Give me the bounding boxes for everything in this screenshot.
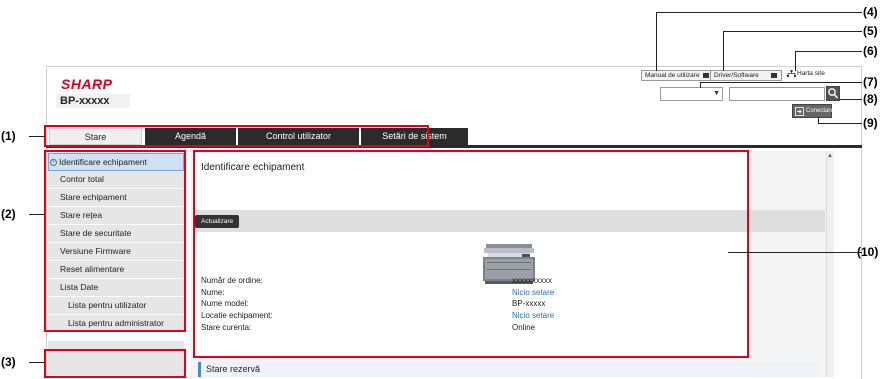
callout-line-6h — [795, 51, 862, 52]
callout-label-8: (8) — [863, 92, 878, 106]
reserve-status-heading: Stare rezervă — [198, 362, 818, 377]
external-link-icon — [702, 72, 709, 78]
callout-line-2 — [29, 214, 44, 215]
callout-box-1 — [44, 125, 429, 147]
callout-label-5: (5) — [863, 24, 878, 38]
callout-label-10: (10) — [857, 245, 879, 259]
search-input[interactable] — [729, 87, 825, 101]
callout-label-7: (7) — [863, 75, 878, 89]
login-button[interactable]: Conectare — [792, 104, 834, 118]
login-label: Conectare — [806, 108, 834, 114]
callout-box-10 — [193, 150, 749, 358]
callout-line-8 — [840, 99, 862, 100]
manual-button-label: Manual de utilizare — [645, 72, 700, 79]
callout-line-5h — [723, 31, 862, 32]
callout-label-6: (6) — [863, 44, 878, 58]
driver-software-label: Driver/Software — [714, 72, 759, 79]
callout-box-2 — [44, 150, 186, 332]
manual-button[interactable]: Manual de utilizare — [641, 70, 713, 81]
callout-label-2: (2) — [1, 207, 16, 221]
callout-line-7h — [700, 82, 862, 83]
driver-software-button[interactable]: Driver/Software — [710, 70, 782, 81]
sitemap-label: Harta site — [797, 70, 825, 78]
callout-label-9: (9) — [863, 116, 878, 130]
callout-line-6v — [795, 51, 796, 71]
sitemap-icon — [787, 70, 796, 77]
search-button[interactable] — [826, 86, 840, 101]
scrollbar[interactable] — [826, 151, 834, 377]
callout-line-5v — [723, 31, 724, 71]
language-select[interactable]: ▼ — [660, 87, 723, 101]
brand-logo: SHARP — [61, 76, 113, 92]
callout-line-10 — [728, 252, 862, 253]
model-name: BP-xxxxx — [56, 94, 130, 108]
sitemap-link[interactable]: Harta site — [787, 70, 825, 77]
callout-line-4v — [656, 12, 657, 71]
callout-line-9h — [818, 123, 862, 124]
callout-box-3 — [44, 349, 186, 378]
login-icon — [795, 107, 804, 116]
callout-label-3: (3) — [1, 355, 16, 369]
scroll-up-arrow-icon[interactable]: ▲ — [827, 153, 833, 159]
callout-label-4: (4) — [863, 5, 878, 19]
callout-line-4h — [656, 12, 862, 13]
chevron-down-icon: ▼ — [713, 90, 720, 97]
search-icon — [828, 88, 839, 99]
callout-line-1 — [29, 136, 44, 137]
callout-line-3 — [29, 362, 44, 363]
external-link-icon — [771, 73, 777, 78]
callout-label-1: (1) — [1, 129, 16, 143]
